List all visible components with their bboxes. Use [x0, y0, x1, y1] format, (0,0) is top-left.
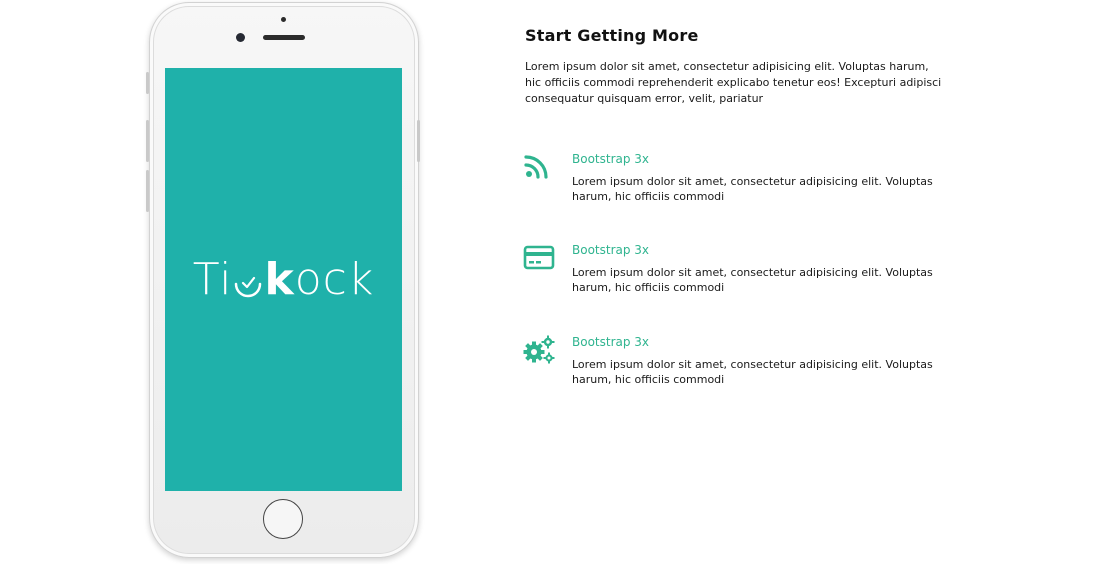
features-section: Start Getting More Lorem ipsum dolor sit…: [523, 26, 965, 386]
logo-text-right: ock: [294, 253, 375, 305]
volume-down-button: [146, 170, 149, 212]
volume-up-button: [146, 120, 149, 162]
credit-card-icon: [523, 243, 555, 271]
power-button: [417, 120, 420, 162]
feature-text: Lorem ipsum dolor sit amet, consectetur …: [572, 358, 933, 386]
gears-icon: [523, 335, 555, 364]
logo-text-k: k: [264, 253, 295, 305]
logo-text-left: Ti: [192, 253, 233, 305]
proximity-sensor: [281, 17, 286, 22]
app-logo: Ti k ock: [192, 253, 375, 305]
section-title: Start Getting More: [525, 26, 699, 45]
home-button: [263, 499, 303, 539]
front-camera: [236, 33, 245, 42]
rss-icon: [523, 152, 551, 180]
phone-screen: Ti k ock: [165, 68, 402, 491]
earpiece-speaker: [263, 35, 305, 40]
feature-title: Bootstrap 3x: [572, 335, 650, 349]
feature-title: Bootstrap 3x: [572, 243, 650, 257]
mute-switch: [146, 72, 149, 94]
section-intro: Lorem ipsum dolor sit amet, consectetur …: [525, 60, 942, 105]
feature-text: Lorem ipsum dolor sit amet, consectetur …: [572, 175, 933, 203]
phone-mockup: Ti k ock: [146, 2, 420, 558]
feature-text: Lorem ipsum dolor sit amet, consectetur …: [572, 266, 933, 294]
feature-title: Bootstrap 3x: [572, 152, 650, 166]
clock-smile-icon: [235, 276, 262, 297]
